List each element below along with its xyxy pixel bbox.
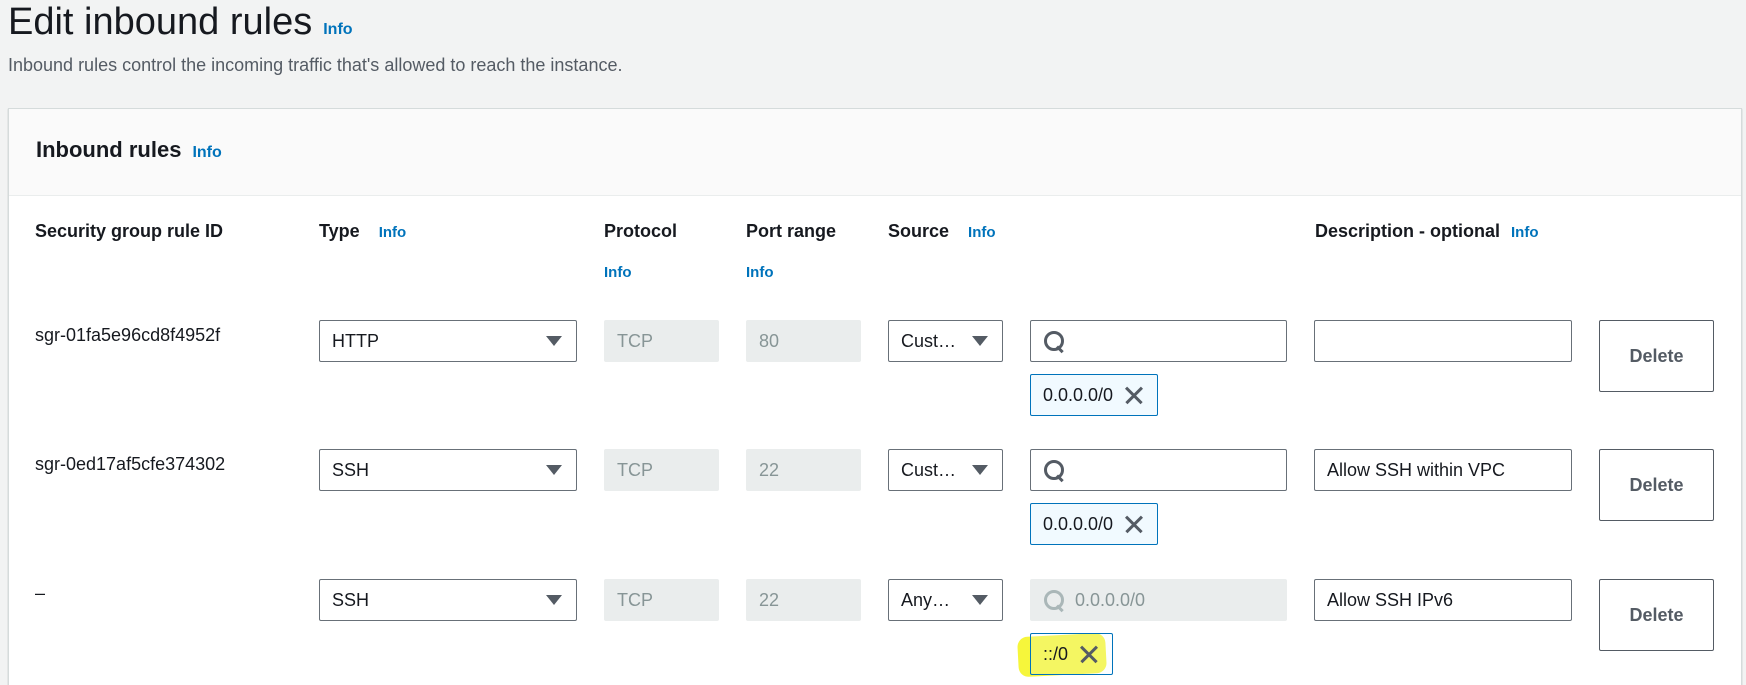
caret-down-icon: [972, 336, 988, 346]
close-icon[interactable]: [1123, 384, 1145, 406]
description-input[interactable]: [1314, 320, 1572, 362]
source-search-input[interactable]: 0.0.0.0/0: [1030, 579, 1287, 621]
panel-header: Inbound rules Info: [9, 109, 1741, 196]
type-select[interactable]: SSH: [319, 449, 577, 491]
port-range-field: 22: [746, 579, 861, 621]
column-header-description: Description - optional Info: [1315, 221, 1539, 242]
caret-down-icon: [546, 595, 562, 605]
source-info-link[interactable]: Info: [968, 224, 996, 241]
description-input[interactable]: Allow SSH within VPC: [1314, 449, 1572, 491]
type-select[interactable]: SSH: [319, 579, 577, 621]
source-type-value: Cust…: [901, 330, 957, 351]
search-icon: [1043, 589, 1065, 611]
protocol-field: TCP: [604, 579, 719, 621]
source-token: 0.0.0.0/0: [1030, 374, 1159, 416]
source-type-select[interactable]: Cust…: [888, 449, 1003, 491]
delete-button[interactable]: Delete: [1599, 320, 1714, 392]
delete-button[interactable]: Delete: [1599, 579, 1714, 651]
description-input[interactable]: Allow SSH IPv6: [1314, 579, 1572, 621]
column-header-type: Type Info: [319, 221, 406, 242]
column-header-protocol: Protocol: [604, 221, 678, 241]
source-search-input[interactable]: [1030, 320, 1287, 362]
column-header-rule-id: Security group rule ID: [35, 221, 224, 241]
page-header: Edit inbound rules Info Inbound rules co…: [8, 0, 622, 75]
rule-id: sgr-0ed17af5cfe374302: [35, 454, 226, 474]
port-range-field: 22: [746, 449, 861, 491]
type-select-value: SSH: [332, 589, 370, 610]
rule-id: –: [35, 583, 46, 603]
caret-down-icon: [546, 336, 562, 346]
description-info-link[interactable]: Info: [1511, 224, 1539, 241]
source-type-value: Cust…: [901, 459, 957, 480]
source-type-value: Any…: [901, 589, 951, 610]
search-icon: [1043, 330, 1065, 352]
protocol-info-link[interactable]: Info: [604, 264, 632, 281]
source-search-input[interactable]: [1030, 449, 1287, 491]
port-range-field: 80: [746, 320, 861, 362]
panel-title: Inbound rules Info: [36, 137, 222, 163]
caret-down-icon: [972, 465, 988, 475]
port-range-info-link[interactable]: Info: [746, 264, 774, 281]
source-token-label: ::/0: [1043, 643, 1069, 664]
protocol-field: TCP: [604, 320, 719, 362]
source-token-label: 0.0.0.0/0: [1043, 513, 1114, 534]
source-type-select[interactable]: Cust…: [888, 320, 1003, 362]
search-icon: [1043, 459, 1065, 481]
page-info-link[interactable]: Info: [323, 8, 352, 52]
type-info-link[interactable]: Info: [379, 224, 407, 241]
close-icon[interactable]: [1123, 513, 1145, 535]
type-select-value: HTTP: [332, 330, 379, 351]
delete-button[interactable]: Delete: [1599, 449, 1714, 521]
protocol-field: TCP: [604, 449, 719, 491]
source-search-placeholder: 0.0.0.0/0: [1075, 589, 1146, 610]
page-title: Edit inbound rules Info: [8, 0, 353, 52]
type-select[interactable]: HTTP: [319, 320, 577, 362]
source-type-select[interactable]: Any…: [888, 579, 1003, 621]
type-select-value: SSH: [332, 459, 370, 480]
panel-info-link[interactable]: Info: [192, 144, 221, 162]
column-header-description-label: Description - optional: [1315, 221, 1501, 241]
column-header-port-range: Port range: [746, 221, 837, 241]
close-icon[interactable]: [1078, 643, 1100, 665]
column-header-source: Source Info: [888, 221, 996, 242]
column-header-type-label: Type: [319, 221, 360, 241]
source-token-label: 0.0.0.0/0: [1043, 384, 1114, 405]
source-token: ::/0: [1030, 633, 1114, 675]
column-header-source-label: Source: [888, 221, 950, 241]
page-title-text: Edit inbound rules: [8, 1, 313, 43]
rule-id: sgr-01fa5e96cd8f4952f: [35, 325, 221, 345]
panel-title-text: Inbound rules: [36, 137, 182, 162]
page-subtitle: Inbound rules control the incoming traff…: [8, 55, 623, 75]
caret-down-icon: [972, 595, 988, 605]
caret-down-icon: [546, 465, 562, 475]
source-token: 0.0.0.0/0: [1030, 503, 1159, 545]
